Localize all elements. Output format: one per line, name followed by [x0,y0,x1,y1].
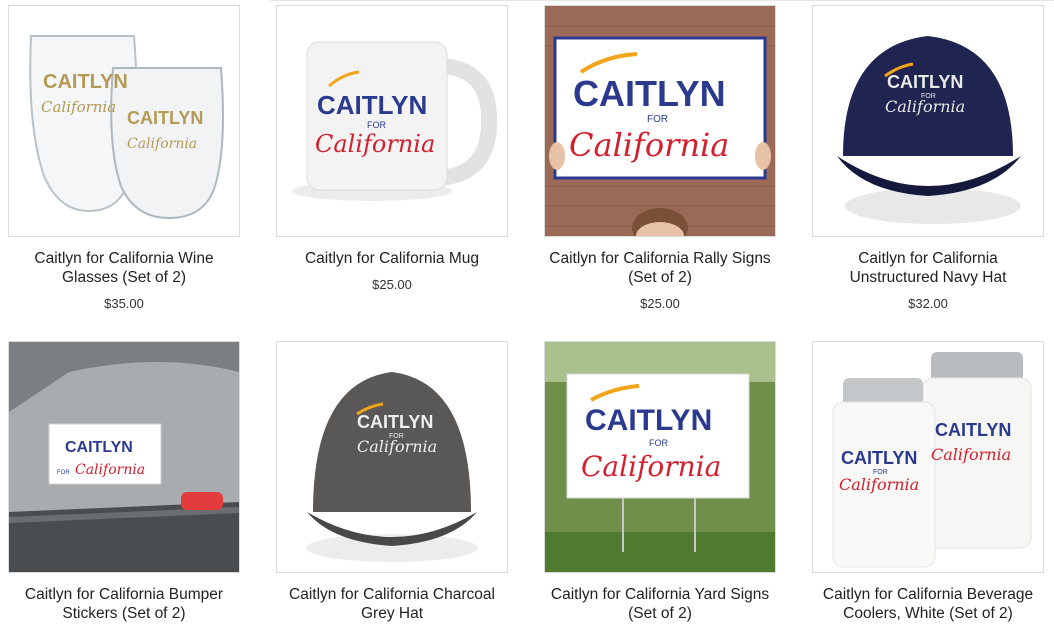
logo-name: CAITLYN [43,71,128,93]
logo-name: CAITLYN [127,108,203,128]
logo-name: CAITLYN [65,439,133,456]
navy-hat-image: CAITLYN FOR California [813,6,1043,236]
beverage-cooler-image: CAITLYN California CAITLYN FOR Californi… [813,342,1043,572]
logo-state: California [931,445,1011,464]
product-card[interactable]: CAITLYN FOR California Caitlyn for Calif… [544,341,776,623]
product-title[interactable]: Caitlyn for California Charcoal Grey Hat [276,585,508,623]
product-card[interactable]: CAITLYN California CAITLYN California Ca… [8,5,240,311]
logo-for: FOR [57,470,70,476]
logo-state: California [839,475,919,494]
product-image-link[interactable]: CAITLYN FOR California [544,5,776,237]
product-image-link[interactable]: CAITLYN California CAITLYN FOR Californi… [812,341,1044,573]
wine-glasses-image: CAITLYN California CAITLYN California [9,6,239,236]
mug-image: CAITLYN FOR California [277,6,507,236]
product-title[interactable]: Caitlyn for California Rally Signs (Set … [544,249,776,287]
bumper-sticker-image: CAITLYN FOR California [9,342,239,572]
logo-name: CAITLYN [357,412,433,432]
product-card[interactable]: CAITLYN FOR California Caitlyn for Calif… [276,5,508,292]
product-price: $25.00 [372,277,412,292]
logo-state: California [569,126,729,164]
yard-sign-image: CAITLYN FOR California [545,342,775,572]
logo-state: California [581,450,721,483]
product-card[interactable]: CAITLYN FOR California Caitlyn for Calif… [276,341,508,623]
logo-name: CAITLYN [887,72,963,92]
logo-name: CAITLYN [841,448,917,468]
product-price: $32.00 [908,296,948,311]
product-price: $35.00 [104,296,144,311]
product-title[interactable]: Caitlyn for California Wine Glasses (Set… [8,249,240,287]
product-image-link[interactable]: CAITLYN California CAITLYN California [8,5,240,237]
logo-for: FOR [649,438,668,448]
product-title[interactable]: Caitlyn for California Beverage Coolers,… [812,585,1044,623]
product-image-link[interactable]: CAITLYN FOR California [812,5,1044,237]
product-title[interactable]: Caitlyn for California Mug [276,249,508,268]
logo-name: CAITLYN [935,420,1011,440]
logo-name: CAITLYN [573,73,726,114]
product-image-link[interactable]: CAITLYN FOR California [544,341,776,573]
logo-state: California [315,130,435,158]
logo-state: California [75,462,145,478]
logo-name: CAITLYN [317,90,427,120]
product-card[interactable]: CAITLYN FOR California Caitlyn for Calif… [812,5,1044,311]
logo-for: FOR [647,114,668,125]
rally-sign-image: CAITLYN FOR California [545,6,775,236]
logo-state: California [127,136,197,152]
top-divider [270,0,1054,1]
product-card[interactable]: CAITLYN FOR California Caitlyn for Calif… [8,341,240,623]
charcoal-hat-image: CAITLYN FOR California [277,342,507,572]
product-title[interactable]: Caitlyn for California Bumper Stickers (… [8,585,240,623]
product-card[interactable]: CAITLYN FOR California Caitlyn for Calif… [544,5,776,311]
product-image-link[interactable]: CAITLYN FOR California [8,341,240,573]
logo-state: California [357,437,437,456]
product-title[interactable]: Caitlyn for California Unstructured Navy… [812,249,1044,287]
product-image-link[interactable]: CAITLYN FOR California [276,5,508,237]
logo-for: FOR [367,120,386,130]
product-price: $25.00 [640,296,680,311]
logo-state: California [885,97,965,116]
product-title[interactable]: Caitlyn for California Yard Signs (Set o… [544,585,776,623]
logo-state: California [41,98,116,116]
product-image-link[interactable]: CAITLYN FOR California [276,341,508,573]
logo-name: CAITLYN [585,404,712,437]
product-card[interactable]: CAITLYN California CAITLYN FOR Californi… [812,341,1044,623]
